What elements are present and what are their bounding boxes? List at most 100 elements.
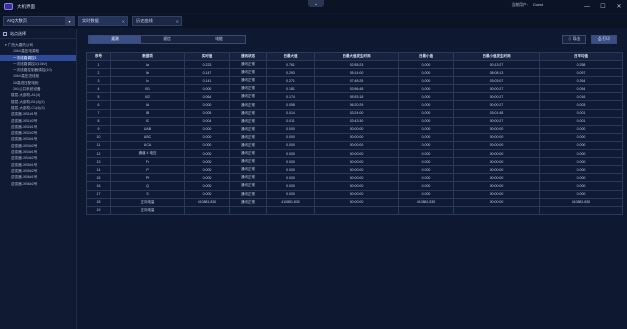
- table-cell: 0.000: [266, 132, 315, 142]
- minimize-button[interactable]: —: [579, 0, 595, 13]
- column-header[interactable]: 序号: [86, 52, 111, 61]
- table-row[interactable]: 2 Ib 0.147 通讯正常 0.293 05:14:00 0.000 08:08:13 0.…: [86, 68, 623, 78]
- table-row[interactable]: 4 I01 0.000 通讯正常 0.181 03:56:48 0.000 00:00:27 0…: [86, 84, 623, 94]
- table-cell: 00:00:27: [453, 84, 540, 94]
- table-cell: [229, 205, 267, 215]
- table-cell: 00:13:27: [453, 59, 540, 70]
- table-cell: 0.097: [539, 68, 623, 78]
- table-cell: P: [110, 165, 185, 175]
- table-cell: 0.000: [398, 92, 454, 102]
- table-cell: 13: [86, 157, 111, 167]
- table-row[interactable]: 9 UAB 0.000 通讯正常 0.000 00:00:00 0.000 00:00:00 0…: [86, 124, 623, 134]
- tab-realtime-data[interactable]: 实时数据 ✕: [78, 16, 128, 26]
- segment-telemetry[interactable]: 遥测: [89, 36, 141, 43]
- table-cell: 0.000: [266, 173, 315, 183]
- maximize-button[interactable]: ☐: [595, 0, 611, 13]
- table-cell: 410881.830: [398, 197, 454, 207]
- table-row[interactable]: 8 IC 0.004 通讯正常 0.011 03:43:30 0.000 00:00:27 0.…: [86, 116, 623, 126]
- table-row[interactable]: 17 S 0.000 通讯正常 0.000 00:00:00 0.000 00:00:00 0.…: [86, 189, 623, 199]
- collapse-toggle-button[interactable]: ⌄: [308, 0, 324, 7]
- table-cell: 0.000: [398, 149, 454, 159]
- tab-history-curve[interactable]: 历史曲线 ✕: [132, 16, 182, 26]
- print-button[interactable]: ⎙ 打印: [591, 35, 617, 44]
- table-cell: 0.000: [184, 132, 230, 142]
- table-cell: Q: [110, 181, 185, 191]
- table-row[interactable]: 13 Fr 0.000 通讯正常 0.000 00:00:00 0.000 00:00:00 0…: [86, 157, 623, 167]
- export-button[interactable]: ⇩ 导出: [562, 35, 586, 44]
- table-cell: 00:00:00: [314, 124, 399, 134]
- table-cell: 18: [86, 197, 111, 207]
- table-row[interactable]: 15 Pf 0.000 通讯正常 0.000 00:00:00 0.000 00:00:00 0…: [86, 173, 623, 183]
- table-cell: 0.000: [398, 165, 454, 175]
- table-cell: 02:55:23: [314, 59, 399, 70]
- sidebar-heading: 站点选择: [0, 29, 76, 39]
- table-cell: 3: [86, 76, 111, 86]
- table-row[interactable]: 18 正向电量 410881.830 通讯正常 410881.830 00:00:00 41…: [86, 197, 623, 207]
- table-row[interactable]: 11 UCA 0.000 通讯正常 0.000 00:00:00 0.000 00:00:00…: [86, 140, 623, 151]
- table-cell: 00:00:00: [453, 157, 540, 167]
- close-button[interactable]: ✕: [611, 0, 627, 13]
- table-cell: 19: [86, 205, 111, 215]
- table-cell: Fr: [110, 157, 185, 167]
- sidebar-heading-label: 站点选择: [10, 30, 26, 36]
- table-row[interactable]: 6 IA 0.000 通讯正常 0.058 06:20:29 0.000 00:00:27 0.…: [86, 100, 623, 110]
- tab-label: 实时数据: [82, 18, 99, 23]
- table-row[interactable]: 12 通道 4 电压 0.000 通讯正常 0.000 00:00:00 0.000 00:0…: [86, 149, 623, 159]
- close-tab-icon[interactable]: ✕: [176, 19, 179, 24]
- column-header[interactable]: 日最小值: [398, 52, 454, 61]
- table-cell: 0.000: [398, 68, 454, 78]
- table-cell: 00:00:00: [453, 149, 540, 159]
- tree-item[interactable]: 逆变器-XB6#2号: [0, 181, 76, 187]
- table-cell: 00:00:00: [453, 197, 540, 207]
- table-cell: 通讯正常: [229, 189, 267, 199]
- table-row[interactable]: 5 I02 0.064 通讯正常 0.174 05:53:18 0.000 00:00:27 0…: [86, 92, 623, 102]
- table-cell: 通讯正常: [229, 181, 267, 191]
- column-header[interactable]: 实时值: [184, 52, 230, 61]
- table-row[interactable]: 3 Ic 0.141 通讯正常 0.271 07:48:25 0.000 03:03:07 0.…: [86, 76, 623, 86]
- table-cell: 03:56:48: [314, 84, 399, 94]
- column-header[interactable]: 日最大值发生时间: [314, 52, 399, 61]
- table-cell: 0.011: [266, 116, 315, 126]
- table-cell: 0.000: [184, 124, 230, 134]
- table-cell: 0.000: [266, 140, 315, 151]
- site-selector[interactable]: ArQ大数页 ▾: [3, 16, 75, 26]
- table-cell: 00:00:27: [453, 92, 540, 102]
- table-cell: 0.000: [184, 149, 230, 159]
- table-cell: 03:03:07: [453, 76, 540, 86]
- table-cell: 0.014: [266, 108, 315, 118]
- table-cell: 03:01:48: [453, 108, 540, 118]
- window-controls: — ☐ ✕: [579, 0, 627, 13]
- table-row[interactable]: 1 Ia 0.223 通讯正常 0.761 02:55:23 0.000 00:13:27 0.…: [86, 59, 623, 70]
- column-header[interactable]: 日最小值发生时间: [453, 52, 540, 61]
- close-tab-icon[interactable]: ✕: [122, 19, 125, 24]
- table-cell: 0.000: [266, 181, 315, 191]
- table-cell: 0.054: [539, 84, 623, 94]
- table-cell: 正向电量: [110, 205, 185, 215]
- table-cell: 00:00:00: [453, 173, 540, 183]
- column-header[interactable]: 日最大值: [266, 52, 315, 61]
- table-row[interactable]: 10 UBC 0.000 通讯正常 0.000 00:00:00 0.000 00:00:00…: [86, 132, 623, 142]
- chevron-down-icon: ⌄: [313, 0, 319, 7]
- table-row[interactable]: 14 P 0.000 通讯正常 0.000 00:00:00 0.000 00:00:00 0.…: [86, 165, 623, 175]
- table-cell: 08:08:13: [453, 68, 540, 78]
- table-cell: Ia: [110, 59, 185, 70]
- table-row[interactable]: 7 IB 0.005 通讯正常 0.014 03:24:00 0.000 03:01:48 0.…: [86, 108, 623, 118]
- table-cell: 0.258: [539, 59, 623, 70]
- table-cell: 0.058: [266, 100, 315, 110]
- segment-energy[interactable]: 电能: [193, 36, 245, 43]
- table-row[interactable]: 16 Q 0.000 通讯正常 0.000 00:00:00 0.000 00:00:00 0.…: [86, 181, 623, 191]
- column-header[interactable]: 日平均值: [539, 52, 623, 61]
- table-cell: 0.181: [266, 84, 315, 94]
- column-header[interactable]: 通讯状态: [229, 52, 267, 61]
- segment-telesignal[interactable]: 遥信: [141, 36, 193, 43]
- table-row[interactable]: 19 正向电量: [86, 205, 623, 215]
- table-cell: 0.000: [184, 140, 230, 151]
- table-cell: IB: [110, 108, 185, 118]
- column-header[interactable]: 数据项: [110, 52, 185, 61]
- site-selector-value: ArQ大数页: [7, 18, 28, 23]
- table-cell: 410881.830: [184, 197, 230, 207]
- user-name[interactable]: Guest: [533, 3, 543, 7]
- table-cell: 0.000: [266, 124, 315, 134]
- table-cell: I02: [110, 92, 185, 102]
- table-cell: 03:24:00: [314, 108, 399, 118]
